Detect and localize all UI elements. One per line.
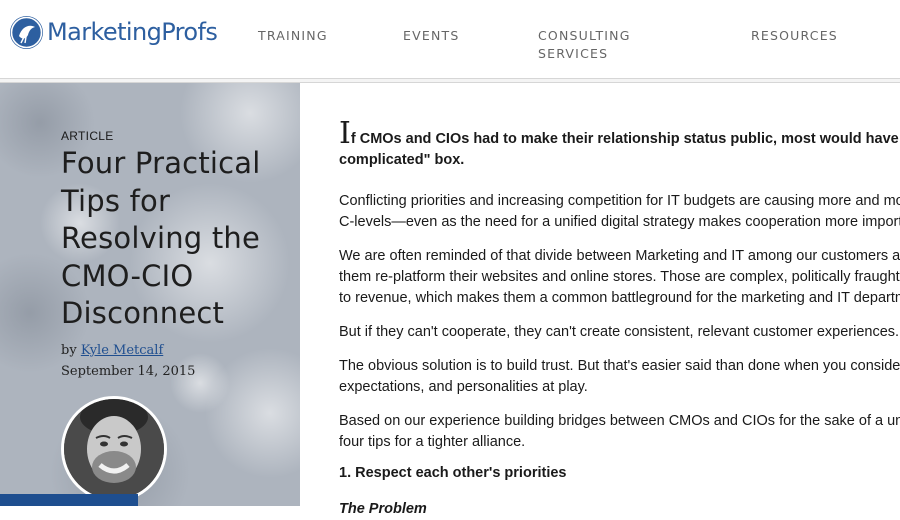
lead-text: f CMOs and CIOs had to make their relati… [350,131,900,147]
paragraph-line: four tips for a tighter alliance. [339,434,526,450]
title-line: Resolving the [61,221,261,256]
nav-consulting-line1: CONSULTING [538,28,631,43]
nav-resources[interactable]: RESOURCES [751,27,838,45]
paragraph-line: The obvious solution is to build trust. … [339,358,900,374]
paragraph: But if they can't cooperate, they can't … [339,322,899,343]
nav-consulting-services[interactable]: CONSULTING SERVICES [538,27,648,63]
lead-line: complicated" box. [339,152,465,168]
title-line: Disconnect [61,296,225,331]
lead-paragraph: If CMOs and CIOs had to make their relat… [339,119,900,171]
paragraph-line: them re-platform their websites and onli… [339,269,900,285]
logo-bird-icon [10,15,43,49]
site-logo[interactable]: MarketingProfs [10,14,218,50]
paragraph: Conflicting priorities and increasing co… [339,191,900,233]
author-link[interactable]: Kyle Metcalf [81,343,163,358]
paragraph-line: Based on our experience building bridges… [339,413,900,429]
paragraph-line: We are often reminded of that divide bet… [339,246,900,267]
paragraph: Based on our experience building bridges… [339,411,900,453]
byline: by Kyle Metcalf [61,343,163,358]
byline-prefix: by [61,343,77,358]
paragraph: We are often reminded of that divide bet… [339,246,900,309]
paragraph: The obvious solution is to build trust. … [339,356,900,398]
paragraph-line: Conflicting priorities and increasing co… [339,193,900,209]
title-line: CMO-CIO [61,258,194,293]
nav-events[interactable]: EVENTS [403,27,459,45]
article-title: Four Practical Tips for Resolving the CM… [61,145,296,333]
paragraph-line: But if they can't cooperate, they can't … [339,324,900,340]
paragraph-line: expectations, and personalities at play. [339,379,588,395]
site-header: MarketingProfs TRAINING EVENTS CONSULTIN… [0,0,900,78]
article-type-label: ARTICLE [61,129,114,143]
article-body: If CMOs and CIOs had to make their relat… [339,119,900,518]
title-line: Tips for [61,183,171,218]
nav-consulting-line2: SERVICES [538,46,609,61]
hero-accent-bar [0,494,138,506]
drop-cap: I [339,116,351,151]
subsection-heading: The Problem [339,501,427,517]
logo-text: MarketingProfs [47,18,218,46]
paragraph-line: C-levels—even as the need for a unified … [339,214,900,230]
paragraph-line: to revenue, which makes them a common ba… [339,290,900,306]
paragraph-text: We are often reminded of that divide bet… [339,248,900,264]
publish-date: September 14, 2015 [61,364,196,379]
lead-line: If CMOs and CIOs had to make their relat… [339,119,900,150]
author-photo [64,399,164,499]
author-avatar[interactable] [61,396,167,502]
nav-training[interactable]: TRAINING [258,27,328,45]
title-line: Four Practical [61,146,261,180]
section-heading: 1. Respect each other's priorities [339,465,567,481]
article-hero: ARTICLE Four Practical Tips for Resolvin… [0,83,300,506]
